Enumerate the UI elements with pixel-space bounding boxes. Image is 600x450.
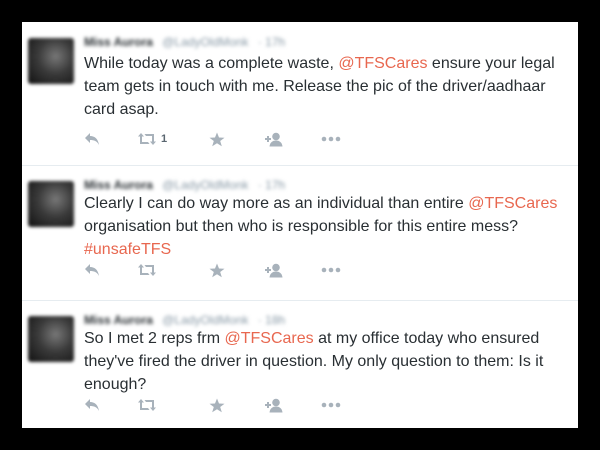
tweet[interactable]: Miss Aurora @LadyOldMonk · 17h Clearly I… [22,165,578,301]
retweet-button[interactable] [137,263,209,277]
tweet-actions [84,261,351,279]
more-icon [321,136,341,142]
mention-link[interactable]: @TFSCares [338,55,427,72]
mention-link[interactable]: @TFSCares [468,195,557,212]
star-icon [209,132,225,146]
timestamp-value: 17h [265,35,286,49]
favorite-button[interactable] [209,132,265,147]
more-icon [321,267,341,273]
timestamp[interactable]: · 18h [258,313,285,327]
user-name[interactable]: Miss Aurora [84,35,153,49]
user-name[interactable]: Miss Aurora [84,178,153,192]
follow-button[interactable] [265,132,321,147]
tweet-text-part: organisation but then who is responsible… [84,218,519,235]
retweet-button[interactable] [137,398,209,412]
tweet-header: Miss Aurora @LadyOldMonk · 17h [84,35,285,49]
star-icon [209,263,225,277]
tweet-actions [84,396,351,414]
user-name[interactable]: Miss Aurora [84,313,153,327]
favorite-button[interactable] [209,398,265,413]
more-button[interactable] [321,402,351,408]
more-icon [321,402,341,408]
reply-icon [85,399,99,411]
timestamp-value: 18h [265,313,286,327]
timestamp-value: 17h [265,178,286,192]
user-handle[interactable]: @LadyOldMonk [162,35,248,49]
tweet-text-part: Clearly I can do way more as an individu… [84,195,469,212]
hashtag-link[interactable]: #unsafeTFS [84,241,171,258]
user-handle[interactable]: @LadyOldMonk [162,313,248,327]
reply-icon [85,133,99,145]
follow-button[interactable] [265,263,321,278]
retweet-icon [138,264,156,276]
tweet-header: Miss Aurora @LadyOldMonk · 17h [84,178,285,192]
avatar[interactable] [28,38,74,84]
tweet-text: So I met 2 reps frm @TFSCares at my offi… [84,327,558,396]
more-button[interactable] [321,267,351,273]
follow-icon [265,398,283,412]
tweet-timeline: Miss Aurora @LadyOldMonk · 17h While tod… [22,22,578,428]
avatar[interactable] [28,181,74,227]
mention-link[interactable]: @TFSCares [224,330,313,347]
retweet-count: 1 [161,133,168,145]
tweet[interactable]: Miss Aurora @LadyOldMonk · 18h So I met … [22,300,578,428]
reply-icon [85,264,99,276]
follow-icon [265,132,283,146]
reply-button[interactable] [84,263,137,277]
more-button[interactable] [321,136,351,142]
timestamp[interactable]: · 17h [258,178,285,192]
star-icon [209,398,225,412]
reply-button[interactable] [84,132,137,146]
follow-icon [265,263,283,277]
retweet-icon [138,399,156,411]
tweet-header: Miss Aurora @LadyOldMonk · 18h [84,313,285,327]
reply-button[interactable] [84,398,137,412]
retweet-button[interactable]: 1 [137,132,209,146]
timestamp[interactable]: · 17h [258,35,285,49]
tweet-text-part: While today was a complete waste, [84,55,339,72]
tweet-text: Clearly I can do way more as an individu… [84,192,558,261]
avatar[interactable] [28,316,74,362]
user-handle[interactable]: @LadyOldMonk [162,178,248,192]
tweet-actions: 1 [84,130,351,148]
retweet-icon [138,133,156,145]
follow-button[interactable] [265,398,321,413]
favorite-button[interactable] [209,263,265,278]
tweet[interactable]: Miss Aurora @LadyOldMonk · 17h While tod… [22,22,578,166]
tweet-text: While today was a complete waste, @TFSCa… [84,52,558,121]
tweet-text-part: So I met 2 reps frm [84,330,225,347]
